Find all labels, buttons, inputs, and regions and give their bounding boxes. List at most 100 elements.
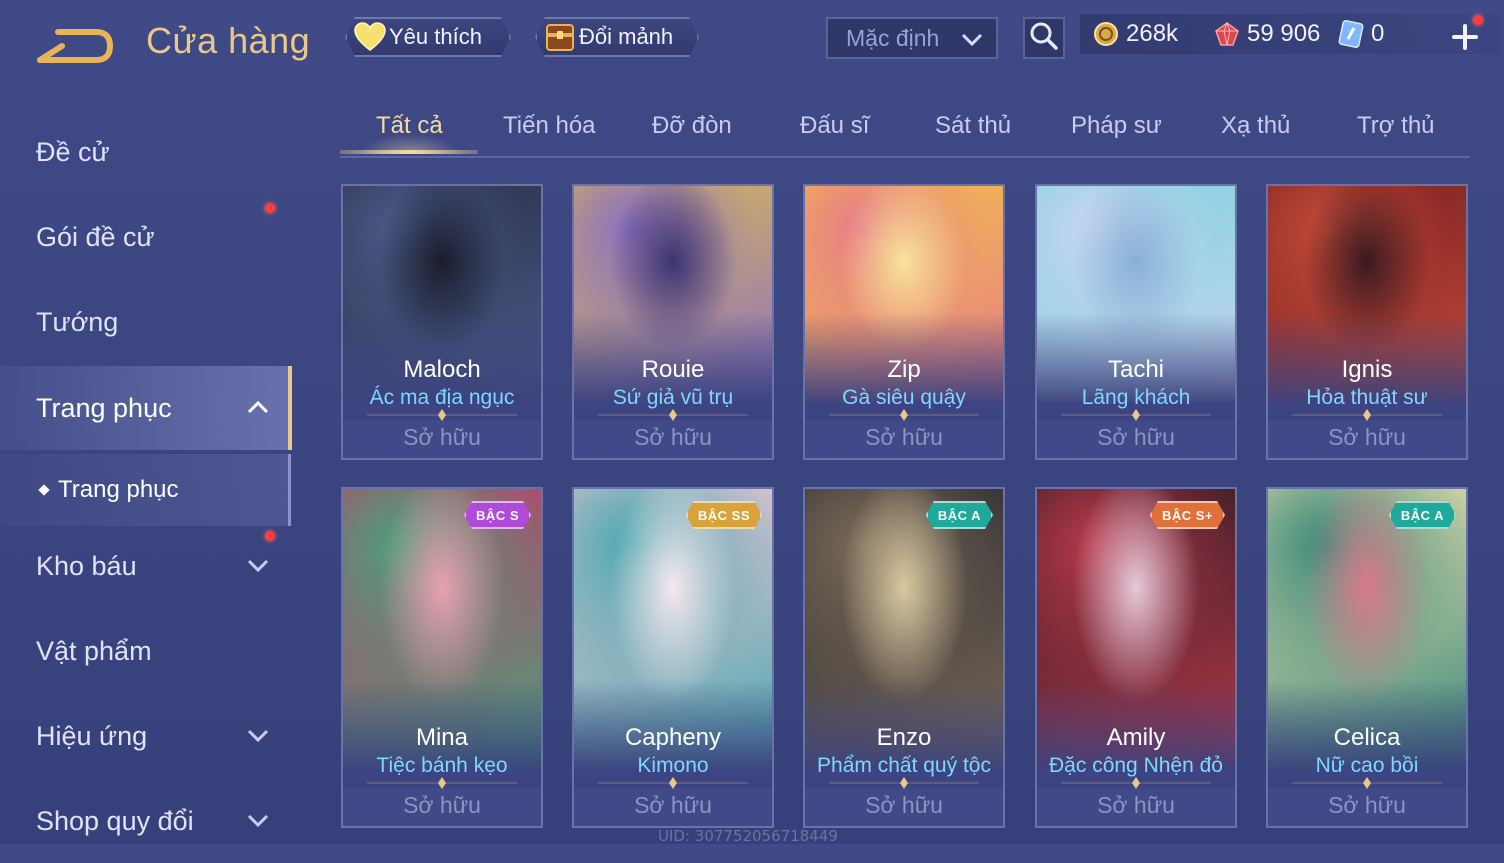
sidebar-item-items[interactable]: Vật phẩm: [0, 609, 288, 693]
tab-active-underline: [340, 150, 478, 154]
skin-card[interactable]: Celica Nữ cao bồi Sở hữu BẬC A: [1266, 487, 1468, 828]
voucher-currency: 0: [1337, 16, 1384, 52]
sidebar-item-skins[interactable]: Trang phục: [0, 366, 292, 450]
sidebar-item-effects[interactable]: Hiệu ứng: [0, 694, 288, 778]
hero-name: Mina: [415, 724, 469, 751]
favorite-button[interactable]: Yêu thích: [345, 17, 511, 57]
skin-card[interactable]: Capheny Kimono Sở hữu BẬC SS: [572, 487, 774, 828]
hero-name: Tachi: [1107, 356, 1165, 383]
skin-card[interactable]: Tachi Lãng khách Sở hữu: [1035, 184, 1237, 460]
ornament-divider: [1292, 409, 1442, 421]
owned-status: Sở hữu: [865, 424, 943, 450]
hero-name: Rouie: [641, 356, 705, 383]
owned-status: Sở hữu: [634, 424, 712, 450]
chevron-up-icon: [246, 397, 270, 422]
ruby-amount: 59 906: [1247, 20, 1321, 47]
ornament-divider: [829, 777, 979, 789]
heart-icon: [353, 20, 387, 54]
ornament-divider: [367, 777, 517, 789]
page-title: Cửa hàng: [146, 20, 311, 61]
plus-icon: [1447, 24, 1483, 58]
notification-dot: [265, 203, 275, 213]
ornament-divider: [1061, 409, 1211, 421]
sidebar-item-label: Trang phục: [36, 392, 172, 423]
skin-card[interactable]: Enzo Phẩm chất quý tộc Sở hữu BẬC A: [803, 487, 1005, 828]
treasure-chest-icon: [543, 20, 577, 54]
chevron-down-icon: [246, 555, 270, 580]
sidebar-subitem-label: Trang phục: [58, 476, 179, 503]
hero-name: Enzo: [876, 724, 932, 751]
owned-status: Sở hữu: [1097, 424, 1175, 450]
sidebar-item-featured-bundles[interactable]: Gói đề cử: [0, 195, 288, 279]
notification-dot: [265, 531, 275, 541]
skin-card[interactable]: Amily Đặc công Nhện đỏ Sở hữu BẬC S+: [1035, 487, 1237, 828]
role-tabs: Tất cả Tiến hóa Đỡ đòn Đấu sĩ Sát thủ Ph…: [340, 100, 1470, 158]
sidebar-item-exchange-shop[interactable]: Shop quy đổi: [0, 779, 288, 863]
skin-card[interactable]: Ignis Hỏa thuật sư Sở hữu: [1266, 184, 1468, 460]
sidebar-item-label: Gói đề cử: [36, 221, 155, 252]
skin-name: Kimono: [637, 754, 709, 777]
shard-exchange-button[interactable]: Đổi mảnh: [535, 17, 699, 57]
hero-name: Celica: [1333, 724, 1401, 751]
sidebar-item-label: Kho báu: [36, 550, 137, 581]
user-id: UID: 307752056718449: [658, 827, 838, 845]
skin-name: Phẩm chất quý tộc: [817, 754, 991, 777]
search-button[interactable]: [1023, 17, 1065, 59]
sidebar-subitem-skins[interactable]: Trang phục: [0, 454, 291, 526]
sidebar-item-label: Tướng: [36, 306, 119, 337]
gold-currency: 268k: [1092, 16, 1178, 52]
owned-status: Sở hữu: [1097, 792, 1175, 818]
sort-dropdown[interactable]: Mặc định: [826, 17, 998, 59]
owned-status: Sở hữu: [1328, 424, 1406, 450]
sort-selected-label: Mặc định: [846, 24, 940, 51]
owned-status: Sở hữu: [1328, 792, 1406, 818]
skin-name: Đặc công Nhện đỏ: [1049, 754, 1223, 777]
tab-fighter[interactable]: Đấu sĩ: [800, 112, 869, 140]
ornament-divider: [1061, 777, 1211, 789]
owned-status: Sở hữu: [865, 792, 943, 818]
back-arrow-icon[interactable]: [36, 22, 116, 64]
tab-support[interactable]: Trợ thủ: [1357, 112, 1435, 140]
skin-name: Sứ giả vũ trụ: [612, 386, 734, 409]
hero-name: Ignis: [1341, 356, 1393, 383]
owned-status: Sở hữu: [634, 792, 712, 818]
gold-coin-icon: [1092, 20, 1120, 48]
tier-badge: BẬC S+: [1150, 501, 1225, 529]
skin-card[interactable]: Maloch Ác ma địa ngục Sở hữu: [341, 184, 543, 460]
shard-exchange-label: Đổi mảnh: [579, 24, 674, 49]
sidebar-item-label: Shop quy đổi: [36, 805, 194, 836]
hero-name: Zip: [887, 356, 921, 383]
tab-marksman[interactable]: Xạ thủ: [1221, 112, 1290, 140]
chevron-down-icon: [246, 725, 270, 750]
tier-badge: BẬC S: [464, 501, 531, 529]
hero-name: Amily: [1106, 724, 1166, 751]
tab-tank[interactable]: Đỡ đòn: [652, 112, 732, 140]
skin-card[interactable]: Rouie Sứ giả vũ trụ Sở hữu: [572, 184, 774, 460]
notification-dot: [1473, 15, 1483, 25]
skin-card[interactable]: Zip Gà siêu quậy Sở hữu: [803, 184, 1005, 460]
tab-assassin[interactable]: Sát thủ: [935, 112, 1011, 140]
tier-badge: BẬC SS: [686, 501, 762, 529]
sidebar-item-label: Đề cử: [36, 136, 110, 167]
skin-card[interactable]: Mina Tiệc bánh kẹo Sở hữu BẬC S: [341, 487, 543, 828]
tier-badge: BẬC A: [926, 501, 993, 529]
tab-mage[interactable]: Pháp sư: [1071, 112, 1162, 140]
tier-badge: BẬC A: [1389, 501, 1456, 529]
top-bar: Cửa hàng Yêu thích Đổi mảnh Mặc định 268…: [0, 0, 1504, 80]
tab-evolution[interactable]: Tiến hóa: [503, 112, 596, 140]
ornament-divider: [367, 409, 517, 421]
ruby-gem-icon: [1213, 20, 1241, 48]
skin-name: Nữ cao bồi: [1315, 754, 1419, 777]
skin-name: Gà siêu quậy: [842, 386, 966, 409]
tab-all[interactable]: Tất cả: [376, 112, 443, 140]
voucher-amount: 0: [1371, 20, 1385, 47]
chevron-down-icon: [960, 29, 984, 56]
sidebar-item-treasure[interactable]: Kho báu: [0, 524, 288, 608]
sidebar: Đề cử Gói đề cử Tướng Trang phục Trang p…: [0, 96, 292, 844]
chevron-down-icon: [246, 810, 270, 835]
ruby-currency: 59 906: [1213, 16, 1320, 52]
sidebar-item-featured[interactable]: Đề cử: [0, 110, 288, 194]
owned-status: Sở hữu: [403, 792, 481, 818]
sidebar-item-heroes[interactable]: Tướng: [0, 280, 288, 364]
diamond-bullet-icon: [38, 484, 50, 496]
